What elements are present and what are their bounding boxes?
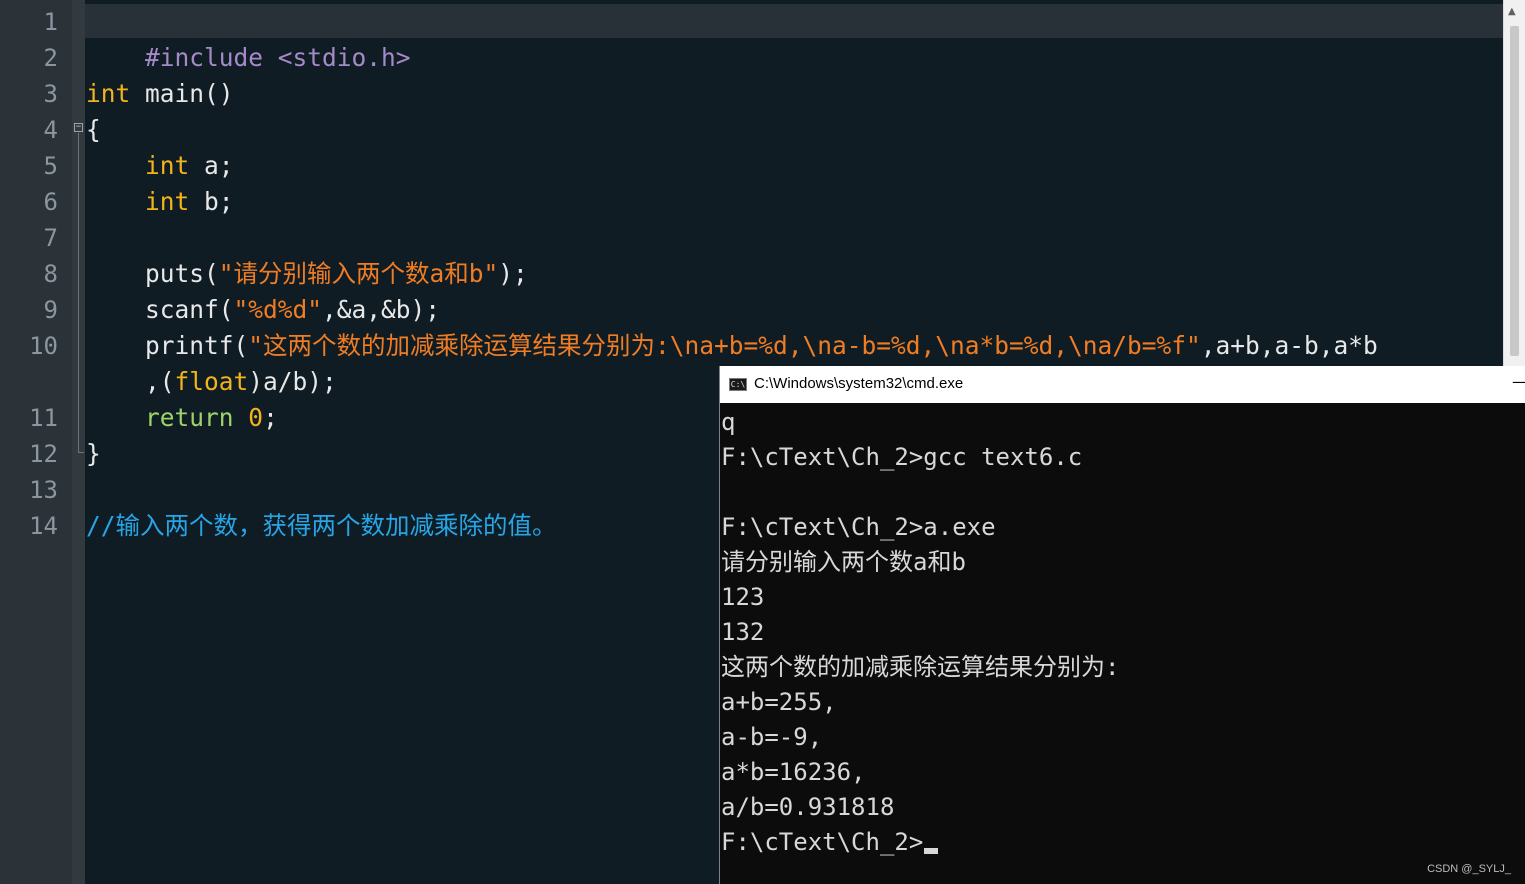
code-line-8[interactable]: puts("请分别输入两个数a和b"); <box>86 256 528 292</box>
code-line-11[interactable]: return 0; <box>86 400 278 436</box>
string-literal: "请分别输入两个数a和b" <box>218 259 499 288</box>
watermark: CSDN @_SYLJ_ <box>1427 863 1511 875</box>
console-line: a*b=16236, <box>721 758 866 786</box>
line-number-gutter: 1 2 3 4 5 6 7 8 9 10 11 12 13 14 <box>0 0 72 884</box>
fold-toggle-icon[interactable]: − <box>74 123 83 132</box>
keyword: int <box>145 187 190 216</box>
line-number: 9 <box>43 296 58 324</box>
code-text: ,a+b,a-b,a*b <box>1200 331 1378 360</box>
editor-vertical-scrollbar[interactable]: ▲ <box>1503 0 1525 366</box>
line-number: 10 <box>29 332 58 360</box>
line-number: 1 <box>43 8 58 36</box>
code-line-3[interactable]: int main() <box>86 76 234 112</box>
console-line: 123 <box>721 583 765 611</box>
code-text: )a/b); <box>248 367 337 396</box>
console-prompt-line[interactable]: F:\cText\Ch_2> <box>721 825 939 860</box>
cmd-window-title: C:\Windows\system32\cmd.exe <box>754 375 964 392</box>
code-text: a; <box>189 151 234 180</box>
fold-range-line <box>78 133 79 453</box>
line-number: 11 <box>29 404 58 432</box>
code-text: ,&a,&b); <box>322 295 441 324</box>
scrollbar-thumb[interactable] <box>1510 26 1519 356</box>
code-text: { <box>86 115 101 144</box>
code-line-12[interactable]: } <box>86 436 101 472</box>
cmd-titlebar[interactable]: C:\ C:\Windows\system32\cmd.exe — <box>720 366 1525 403</box>
console-output[interactable]: q F:\cText\Ch_2>gcc text6.c F:\cText\Ch_… <box>720 403 1525 884</box>
line-number: 12 <box>29 440 58 468</box>
code-line-14[interactable]: //输入两个数，获得两个数加减乘除的值。 <box>86 508 557 544</box>
code-text: printf( <box>145 331 249 360</box>
keyword: int <box>86 79 131 108</box>
console-line: q <box>721 408 736 436</box>
line-number: 3 <box>43 80 58 108</box>
console-line: F:\cText\Ch_2>gcc text6.c <box>721 443 1083 471</box>
code-text: ; <box>263 403 278 432</box>
minimize-icon[interactable]: — <box>1512 372 1525 391</box>
line-number: 14 <box>29 512 58 540</box>
return-keyword: return <box>145 403 234 432</box>
line-number: 8 <box>43 260 58 288</box>
console-cursor <box>924 848 939 854</box>
console-line: F:\cText\Ch_2>a.exe <box>721 513 996 541</box>
code-text: main() <box>130 79 234 108</box>
code-text: puts( <box>145 259 219 288</box>
cmd-app-icon: C:\ <box>729 378 747 391</box>
number-literal: 0 <box>248 403 264 432</box>
keyword: float <box>174 367 249 396</box>
string-literal: "这两个数的加减乘除运算结果分别为:\na+b=%d,\na-b=%d,\na*… <box>248 331 1201 360</box>
console-line: 132 <box>721 618 765 646</box>
line-number: 7 <box>43 224 58 252</box>
keyword: int <box>145 151 190 180</box>
code-text: ,( <box>145 367 175 396</box>
cmd-window[interactable]: C:\ C:\Windows\system32\cmd.exe — q F:\c… <box>719 366 1525 884</box>
console-prompt: F:\cText\Ch_2> <box>721 828 924 856</box>
code-text: scanf( <box>145 295 234 324</box>
code-text: b; <box>189 187 234 216</box>
fold-range-end <box>78 452 84 453</box>
code-line-10[interactable]: printf("这两个数的加减乘除运算结果分别为:\na+b=%d,\na-b=… <box>86 328 1378 364</box>
preprocessor-directive: #include <stdio.h> <box>145 43 411 72</box>
code-line-6[interactable]: int b; <box>86 184 234 220</box>
code-line-4[interactable]: { <box>86 112 101 148</box>
line-number: 4 <box>43 116 58 144</box>
code-line-9[interactable]: scanf("%d%d",&a,&b); <box>86 292 440 328</box>
code-line-5[interactable]: int a; <box>86 148 234 184</box>
console-line: 这两个数的加减乘除运算结果分别为: <box>721 653 1120 681</box>
code-comment: //输入两个数，获得两个数加减乘除的值。 <box>86 511 557 540</box>
line-number: 13 <box>29 476 58 504</box>
console-line: 请分别输入两个数a和b <box>721 548 966 576</box>
line-number: 6 <box>43 188 58 216</box>
console-line: a-b=-9, <box>721 723 823 751</box>
string-literal: "%d%d" <box>233 295 323 324</box>
scroll-up-arrow-icon[interactable]: ▲ <box>1508 6 1516 17</box>
console-line: a+b=255, <box>721 688 837 716</box>
line-number: 5 <box>43 152 58 180</box>
code-text: ); <box>498 259 528 288</box>
console-line: a/b=0.931818 <box>721 793 895 821</box>
code-line-10-wrap[interactable]: ,(float)a/b); <box>86 364 337 400</box>
line-number: 2 <box>43 44 58 72</box>
code-text: } <box>86 439 101 468</box>
